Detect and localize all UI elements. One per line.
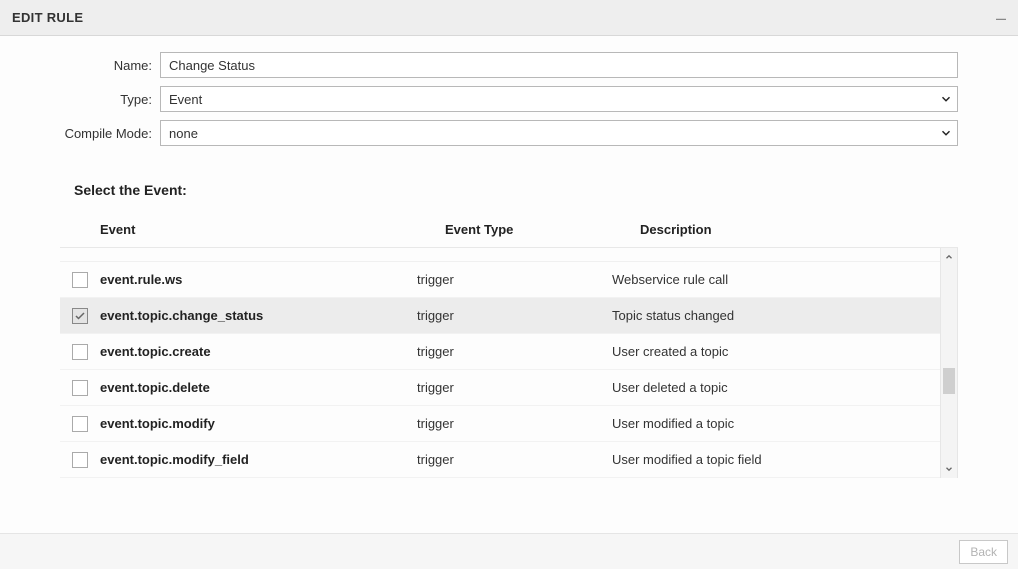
cell-desc: Topic status changed — [612, 308, 958, 323]
table-row[interactable]: event.rule.ws trigger Webservice rule ca… — [60, 262, 958, 298]
cell-type: trigger — [417, 344, 612, 359]
checkbox-icon[interactable] — [72, 380, 88, 396]
back-button[interactable]: Back — [959, 540, 1008, 564]
partial-row — [60, 248, 958, 262]
cell-type: trigger — [417, 308, 612, 323]
scroll-thumb[interactable] — [943, 368, 955, 394]
checkbox-icon[interactable] — [72, 308, 88, 324]
cell-event: event.topic.change_status — [100, 308, 417, 323]
checkbox-icon[interactable] — [72, 452, 88, 468]
cell-desc: User deleted a topic — [612, 380, 958, 395]
scroll-down-icon[interactable] — [941, 460, 957, 478]
section-title: Select the Event: — [74, 182, 958, 198]
minimize-icon[interactable]: – — [996, 13, 1006, 23]
dialog-title: EDIT RULE — [12, 10, 83, 25]
checkbox-icon[interactable] — [72, 416, 88, 432]
form-area: Name: Type: Event Compile Mode: none — [0, 36, 1018, 164]
table-body: event.rule.ws trigger Webservice rule ca… — [60, 248, 958, 478]
dialog-header: EDIT RULE – — [0, 0, 1018, 36]
name-label: Name: — [60, 58, 160, 73]
checkbox-icon[interactable] — [72, 272, 88, 288]
cell-event: event.topic.delete — [100, 380, 417, 395]
name-input[interactable] — [160, 52, 958, 78]
table-row[interactable]: event.topic.change_status trigger Topic … — [60, 298, 958, 334]
cell-event: event.topic.modify — [100, 416, 417, 431]
table-row[interactable]: event.topic.modify trigger User modified… — [60, 406, 958, 442]
cell-type: trigger — [417, 452, 612, 467]
compile-label: Compile Mode: — [60, 126, 160, 141]
cell-event: event.rule.ws — [100, 272, 417, 287]
type-select-value: Event — [161, 89, 935, 110]
table-row[interactable]: event.topic.delete trigger User deleted … — [60, 370, 958, 406]
cell-type: trigger — [417, 416, 612, 431]
table-header: Event Event Type Description — [60, 212, 958, 248]
form-row-type: Type: Event — [60, 86, 958, 112]
scrollbar[interactable] — [940, 248, 958, 478]
form-row-compile: Compile Mode: none — [60, 120, 958, 146]
compile-select-value: none — [161, 123, 935, 144]
col-header-type: Event Type — [445, 222, 640, 237]
cell-event: event.topic.modify_field — [100, 452, 417, 467]
cell-type: trigger — [417, 380, 612, 395]
cell-type: trigger — [417, 272, 612, 287]
col-header-desc: Description — [640, 222, 958, 237]
form-row-name: Name: — [60, 52, 958, 78]
event-section: Select the Event: Event Event Type Descr… — [0, 182, 1018, 478]
table-row[interactable]: event.topic.create trigger User created … — [60, 334, 958, 370]
type-label: Type: — [60, 92, 160, 107]
table-row[interactable]: event.topic.modify_field trigger User mo… — [60, 442, 958, 478]
col-header-event: Event — [100, 222, 445, 237]
cell-desc: User modified a topic — [612, 416, 958, 431]
cell-desc: User created a topic — [612, 344, 958, 359]
compile-mode-select[interactable]: none — [160, 120, 958, 146]
chevron-down-icon — [935, 126, 957, 140]
checkbox-icon[interactable] — [72, 344, 88, 360]
cell-desc: Webservice rule call — [612, 272, 958, 287]
cell-event: event.topic.create — [100, 344, 417, 359]
cell-desc: User modified a topic field — [612, 452, 958, 467]
event-table: Event Event Type Description event.rule.… — [60, 212, 958, 478]
chevron-down-icon — [935, 92, 957, 106]
dialog-footer: Back — [0, 533, 1018, 569]
type-select[interactable]: Event — [160, 86, 958, 112]
scroll-up-icon[interactable] — [941, 248, 957, 266]
